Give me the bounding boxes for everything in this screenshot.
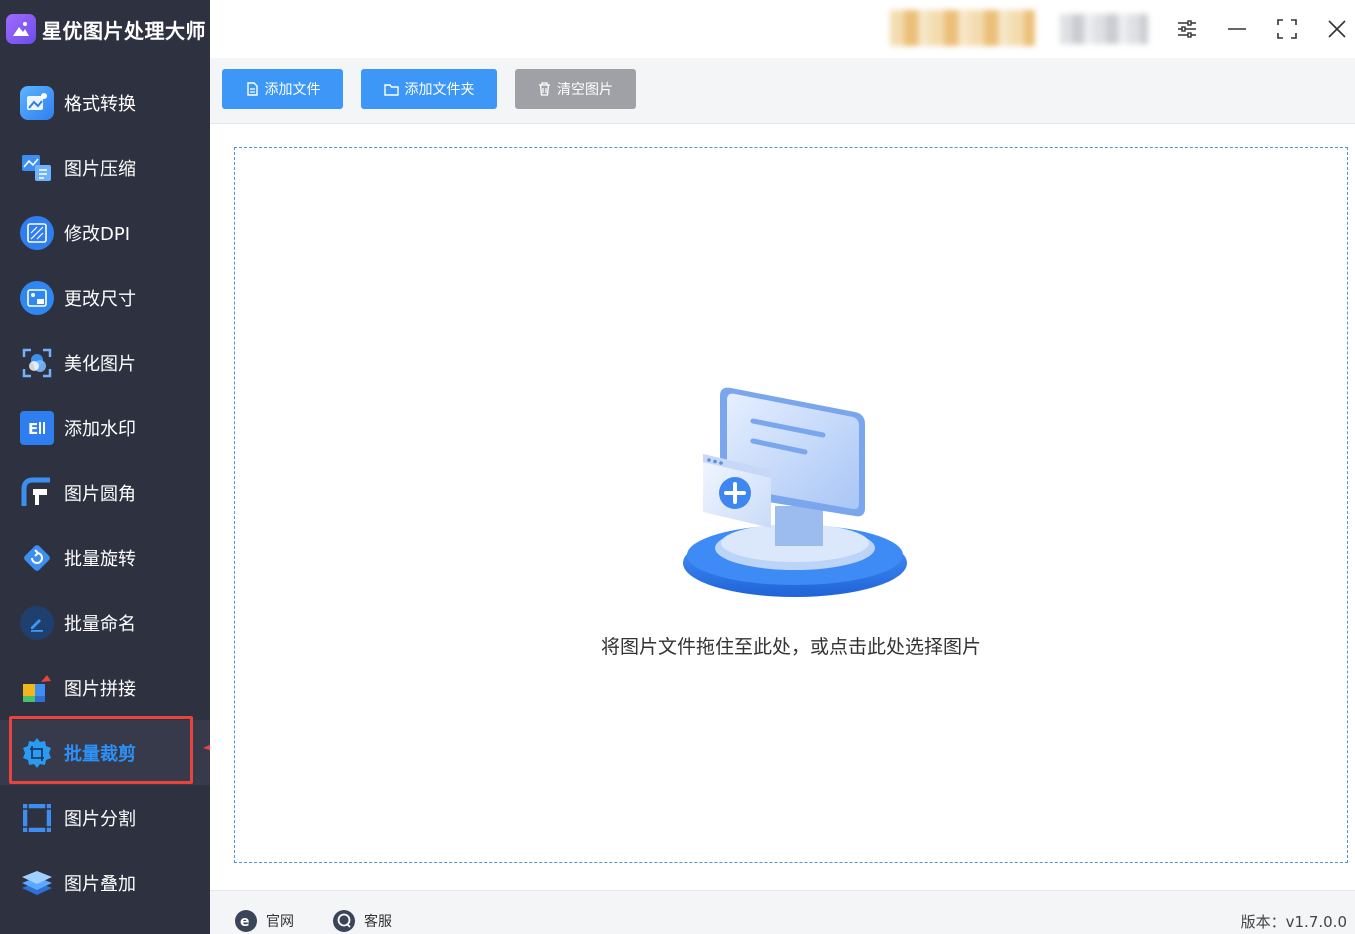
stitch-icon (20, 671, 54, 705)
upload-monitor-illustration-icon (683, 387, 907, 597)
resize-icon (20, 280, 54, 315)
settings-sliders-button[interactable] (1172, 14, 1202, 44)
crop-icon (20, 736, 54, 770)
sidebar-item-label: 图片拼接 (64, 678, 136, 700)
sidebar-item-split[interactable]: 图片分割 (0, 785, 210, 850)
sidebar-item-rename[interactable]: 批量命名 (0, 590, 210, 655)
file-icon (246, 82, 258, 96)
sidebar-item-beautify[interactable]: 美化图片 (0, 330, 210, 395)
sidebar-item-label: 批量旋转 (64, 548, 136, 570)
clear-images-button[interactable]: 清空图片 (515, 69, 636, 109)
footer: e 官网 客服 版本：v1.7.0.0 (210, 890, 1355, 934)
website-label: 官网 (266, 914, 294, 930)
folder-icon (383, 83, 399, 96)
sidebar-item-label: 批量裁剪 (64, 743, 136, 765)
maximize-icon (1277, 19, 1297, 39)
close-button[interactable] (1322, 14, 1352, 44)
add-file-label: 添加文件 (264, 82, 321, 98)
rotate-icon (20, 541, 54, 575)
sidebar-item-format-convert[interactable]: 格式转换 (0, 70, 210, 135)
support-label: 客服 (364, 914, 392, 930)
sidebar-item-label: 图片叠加 (64, 873, 136, 895)
minimize-icon (1228, 28, 1246, 30)
trash-icon (539, 82, 550, 96)
sidebar-item-label: 更改尺寸 (64, 288, 136, 310)
browser-e-icon: e (235, 910, 257, 932)
dpi-icon (20, 215, 54, 250)
version-text: 版本：v1.7.0.0 (1240, 913, 1347, 931)
add-folder-button[interactable]: 添加文件夹 (361, 69, 497, 109)
sidebar-item-label: 格式转换 (64, 93, 136, 115)
add-folder-label: 添加文件夹 (404, 82, 475, 98)
app-logo-icon (6, 14, 36, 44)
chat-support-icon (333, 910, 355, 932)
compress-icon (20, 151, 54, 185)
app-title: 星优图片处理大师 (42, 18, 206, 43)
overlay-icon (20, 866, 54, 900)
sidebar-item-label: 图片压缩 (64, 158, 136, 180)
svg-text:E: E (28, 420, 38, 438)
sidebar-item-rotate[interactable]: 批量旋转 (0, 525, 210, 590)
sidebar-item-label: 图片圆角 (64, 483, 136, 505)
close-icon (1328, 20, 1346, 38)
sidebar-item-label: 添加水印 (64, 418, 136, 440)
toolbar: 添加文件 添加文件夹 清空图片 (210, 58, 1355, 124)
sidebar-item-crop[interactable]: 批量裁剪 (0, 720, 210, 785)
brand: 星优图片处理大师 (0, 0, 210, 58)
sidebar-item-stitch[interactable]: 图片拼接 (0, 655, 210, 720)
clear-images-label: 清空图片 (557, 82, 613, 98)
round-corner-icon (20, 476, 54, 510)
sidebar-item-round-corner[interactable]: 图片圆角 (0, 460, 210, 525)
sidebar-item-label: 批量命名 (64, 613, 136, 635)
format-convert-icon (20, 85, 54, 120)
sidebar-nav: 格式转换 图片压缩 修改DPI 更改尺寸 美化图片 E 添加水印 图片圆角 批量… (0, 70, 210, 915)
watermark-icon: E (20, 410, 54, 445)
add-file-button[interactable]: 添加文件 (222, 69, 343, 109)
drop-zone-hint: 将图片文件拖住至此处，或点击此处选择图片 (600, 636, 981, 658)
sidebar-item-dpi[interactable]: 修改DPI (0, 200, 210, 265)
support-link[interactable]: 客服 (332, 909, 392, 933)
main-area: 将图片文件拖住至此处，或点击此处选择图片 (210, 124, 1355, 890)
sidebar-item-label: 修改DPI (64, 223, 131, 245)
sidebar-item-watermark[interactable]: E 添加水印 (0, 395, 210, 460)
beautify-icon (20, 346, 54, 380)
maximize-button[interactable] (1272, 14, 1302, 44)
sidebar: 星优图片处理大师 格式转换 图片压缩 修改DPI 更改尺寸 美化图片 E 添加水… (0, 0, 210, 934)
sidebar-item-label: 图片分割 (64, 808, 136, 830)
split-icon (20, 801, 54, 835)
rename-icon (20, 605, 54, 640)
sidebar-item-overlay[interactable]: 图片叠加 (0, 850, 210, 915)
sidebar-item-resize[interactable]: 更改尺寸 (0, 265, 210, 330)
blurred-account-info (1060, 14, 1148, 44)
file-drop-zone[interactable]: 将图片文件拖住至此处，或点击此处选择图片 (234, 147, 1348, 863)
sliders-icon (1178, 20, 1196, 38)
sidebar-item-label: 美化图片 (64, 353, 136, 375)
svg-text:e: e (240, 914, 250, 930)
website-link[interactable]: e 官网 (234, 909, 294, 933)
sidebar-item-compress[interactable]: 图片压缩 (0, 135, 210, 200)
blurred-user-info (890, 10, 1035, 46)
minimize-button[interactable] (1222, 14, 1252, 44)
